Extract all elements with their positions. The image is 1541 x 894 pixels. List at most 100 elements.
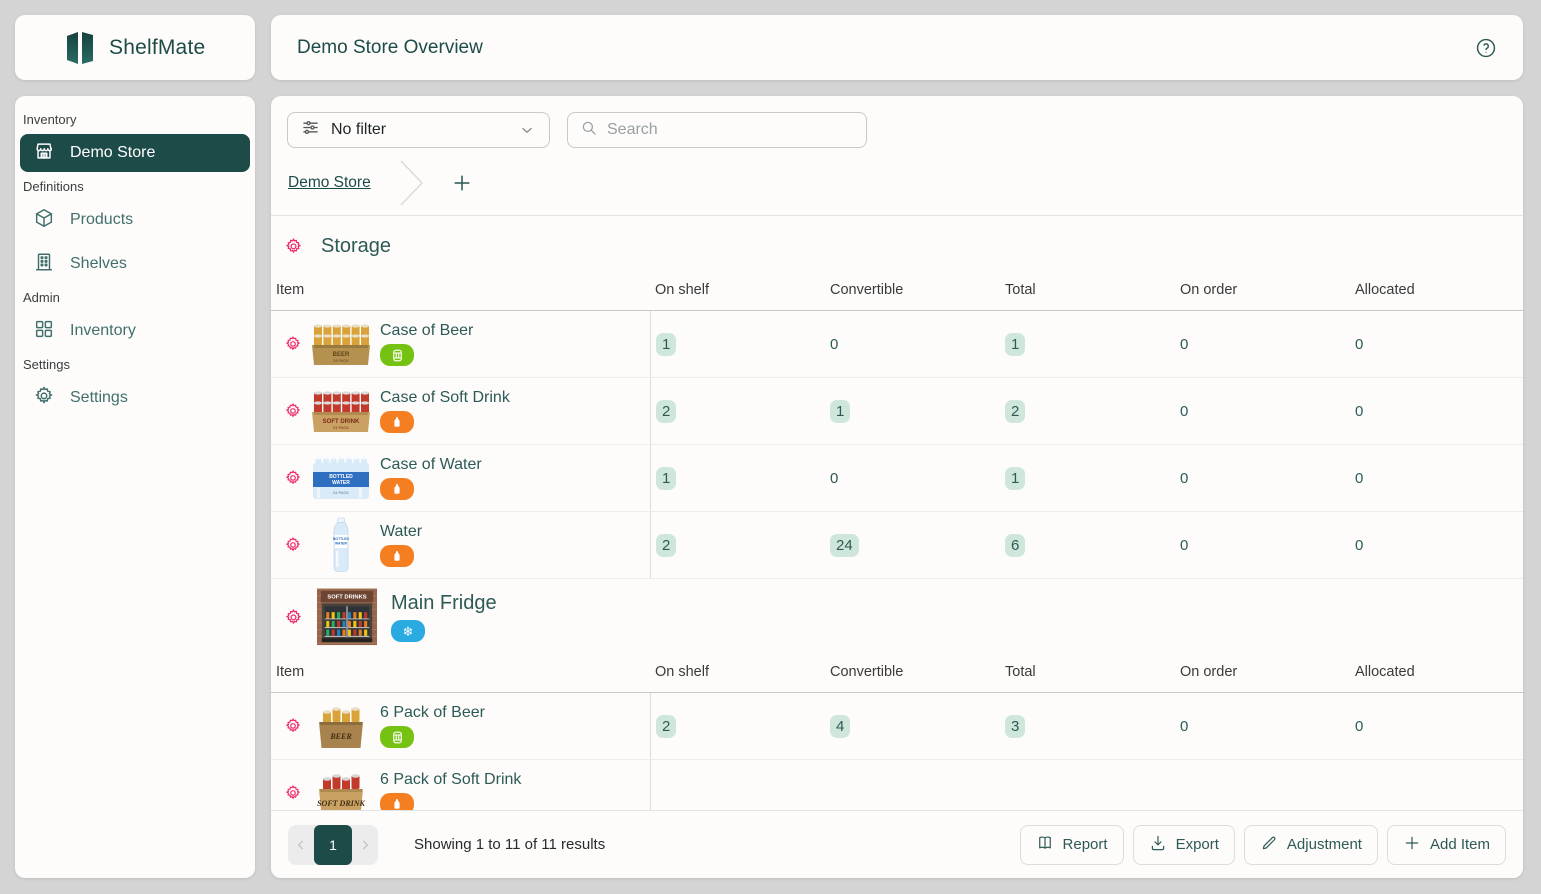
filter-value: No filter	[331, 121, 386, 139]
help-circle-icon[interactable]	[1475, 37, 1497, 59]
value-text: 0	[830, 336, 838, 353]
svg-text:SOFT DRINKS: SOFT DRINKS	[327, 595, 366, 601]
cell-convertible: 0	[825, 445, 1000, 511]
value-text: 0	[1180, 470, 1188, 487]
snowflake-icon-badge: ❄	[391, 620, 425, 642]
cell-on-shelf: 2	[650, 378, 825, 444]
product-image-6-pack-of-soft-drink: SOFT DRINK	[311, 765, 371, 810]
product-image-case-of-beer: BEER24 PACK	[311, 316, 371, 372]
plus-small-icon	[1403, 834, 1421, 856]
sidebar-item-label: Settings	[70, 389, 128, 407]
svg-text:WATER: WATER	[332, 480, 350, 486]
page-title: Demo Store Overview	[297, 37, 483, 59]
value-text: 0	[1180, 336, 1188, 353]
main-panel: No filter Demo Store StorageItemOn s	[271, 96, 1523, 878]
report-button[interactable]: Report	[1020, 825, 1124, 865]
svg-text:BEER: BEER	[329, 732, 352, 741]
section-image-main-fridge: SOFT DRINKS	[317, 589, 377, 645]
value-chip: 2	[1005, 400, 1025, 423]
sidebar-item-demo-store[interactable]: Demo Store	[20, 134, 250, 172]
store-icon	[33, 140, 55, 167]
cell-on-order: 0	[1175, 512, 1350, 578]
table-header-row: ItemOn shelfConvertibleTotalOn orderAllo…	[271, 655, 1523, 693]
row-settings-gear-icon[interactable]	[284, 536, 302, 554]
value-chip: 3	[1005, 715, 1025, 738]
table-footer: 1 Showing 1 to 11 of 11 results Report E…	[271, 810, 1523, 878]
bottle-icon-badge	[380, 411, 414, 433]
results-summary: Showing 1 to 11 of 11 results	[414, 836, 605, 853]
value-text: 0	[1180, 537, 1188, 554]
sidebar-section-label: Definitions	[23, 179, 248, 194]
sidebar-item-inventory[interactable]: Inventory	[20, 312, 250, 350]
chevron-right-small-icon[interactable]	[352, 825, 378, 865]
column-header-allocated: Allocated	[1350, 664, 1523, 680]
row-settings-gear-icon[interactable]	[284, 402, 302, 420]
app-name: ShelfMate	[109, 36, 205, 60]
breadcrumb-link-demo-store[interactable]: Demo Store	[288, 174, 371, 192]
section-settings-gear-icon[interactable]	[284, 608, 303, 627]
cell-on-shelf: 2	[650, 512, 825, 578]
sidebar-item-shelves[interactable]: Shelves	[20, 245, 250, 283]
report-icon	[1036, 834, 1054, 856]
button-label: Report	[1063, 836, 1108, 853]
row-settings-gear-icon[interactable]	[284, 469, 302, 487]
cell-allocated: 0	[1350, 445, 1523, 511]
sidebar-item-settings[interactable]: Settings	[20, 379, 250, 417]
cell-total: 2	[1000, 378, 1175, 444]
cog-icon	[33, 385, 55, 412]
row-settings-gear-icon[interactable]	[284, 784, 302, 802]
add-item-button[interactable]: Add Item	[1387, 825, 1506, 865]
cell-convertible: 1	[825, 378, 1000, 444]
search-box	[567, 112, 867, 148]
item-cell: BOTTLEDWATER 24 PACK Case of Water	[271, 445, 650, 511]
product-image-water: BOTTLEDWATER	[311, 517, 371, 573]
sidebar-item-products[interactable]: Products	[20, 201, 250, 239]
adjustment-button[interactable]: Adjustment	[1244, 825, 1378, 865]
table-row-case-of-soft-drink: SOFT DRINK24 PACK Case of Soft Drink 212…	[271, 378, 1523, 445]
search-icon	[580, 119, 598, 142]
item-cell: BEER 6 Pack of Beer	[271, 693, 650, 759]
cell-on-order: 0	[1175, 311, 1350, 377]
product-image-case-of-soft-drink: SOFT DRINK24 PACK	[311, 383, 371, 439]
section-header-main-fridge: SOFT DRINKS Main Fridge ❄	[271, 579, 1523, 655]
filter-select[interactable]: No filter	[287, 112, 550, 148]
value-chip: 24	[830, 534, 859, 557]
value-chip: 2	[656, 400, 676, 423]
sidebar-section-label: Inventory	[23, 112, 248, 127]
cell-on-order: 0	[1175, 693, 1350, 759]
column-header-on-shelf: On shelf	[650, 282, 825, 298]
section-settings-gear-icon[interactable]	[284, 237, 303, 256]
section-title: Storage	[321, 235, 391, 258]
value-text: 0	[1355, 470, 1363, 487]
table-sections: Storage ItemOn shelfConvertibleTotalOn or…	[271, 216, 1523, 810]
toolbar: No filter	[271, 96, 1523, 148]
shelfmate-logo-icon	[65, 31, 97, 65]
row-settings-gear-icon[interactable]	[284, 335, 302, 353]
search-input[interactable]	[607, 121, 854, 139]
svg-text:BOTTLED: BOTTLED	[333, 537, 350, 541]
bottle-icon-badge	[380, 545, 414, 567]
cell-on-order: 0	[1175, 378, 1350, 444]
keg-icon-badge	[380, 344, 414, 366]
value-chip: 1	[830, 400, 850, 423]
sidebar-item-label: Demo Store	[70, 144, 155, 162]
page-number-button[interactable]: 1	[314, 825, 352, 865]
value-chip: 1	[656, 467, 676, 490]
row-settings-gear-icon[interactable]	[284, 717, 302, 735]
cell-total: 1	[1000, 311, 1175, 377]
value-chip: 1	[1005, 333, 1025, 356]
product-name: Case of Water	[380, 456, 482, 474]
button-label: Add Item	[1430, 836, 1490, 853]
product-name: 6 Pack of Beer	[380, 704, 485, 722]
svg-text:24 PACK: 24 PACK	[333, 358, 349, 363]
add-location-button[interactable]	[449, 170, 475, 196]
cell-on-shelf: 2	[650, 693, 825, 759]
cell-allocated: 0	[1350, 311, 1523, 377]
cell-allocated: 0	[1350, 693, 1523, 759]
svg-text:WATER: WATER	[335, 542, 348, 546]
export-button[interactable]: Export	[1133, 825, 1235, 865]
column-header-on-shelf: On shelf	[650, 664, 825, 680]
product-name: 6 Pack of Soft Drink	[380, 771, 521, 789]
column-header-convertible: Convertible	[825, 282, 1000, 298]
chevron-left-icon[interactable]	[288, 825, 314, 865]
